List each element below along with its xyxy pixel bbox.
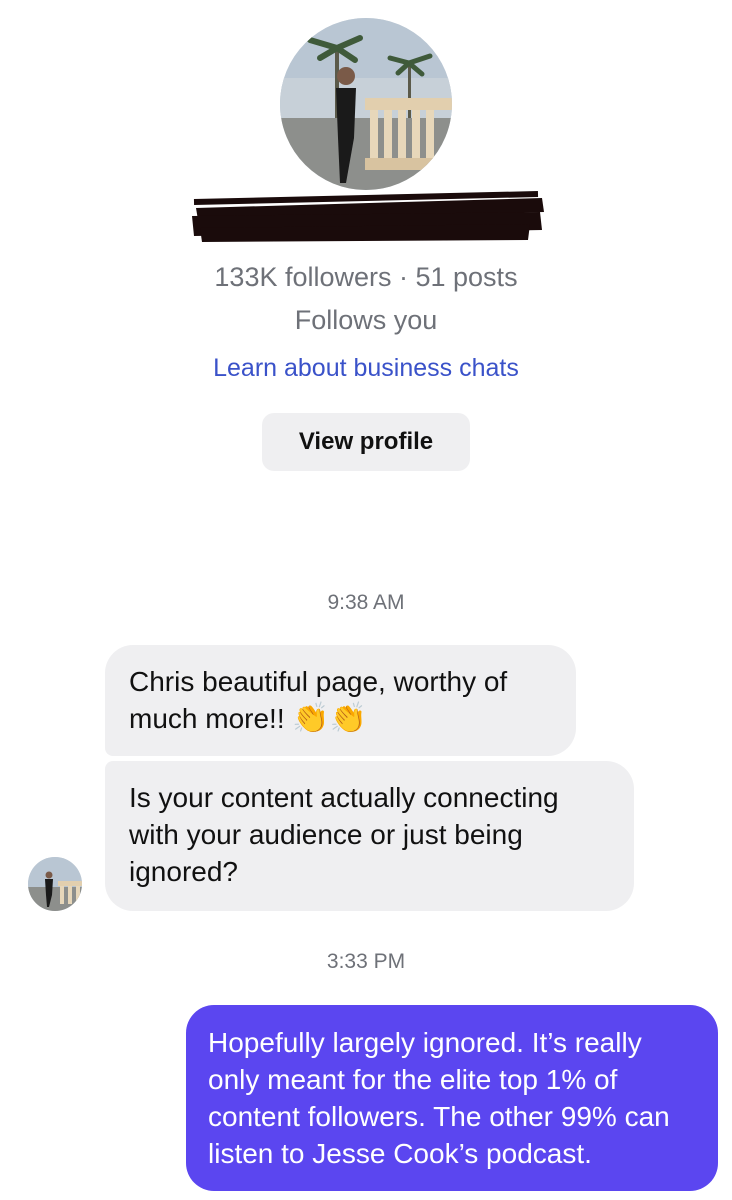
message-text: Chris beautiful page, worthy of bbox=[129, 666, 508, 697]
profile-photo bbox=[280, 18, 452, 190]
message-text: much more!! bbox=[129, 703, 285, 734]
incoming-message[interactable]: Chris beautiful page, worthy of much mor… bbox=[105, 645, 576, 756]
follows-you-label: Follows you bbox=[294, 305, 438, 335]
message-text: Hopefully largely ignored. It’s really o… bbox=[208, 1027, 670, 1169]
sender-photo bbox=[28, 857, 82, 911]
profile-stats: 133K followers · 51 posts bbox=[214, 262, 518, 292]
outgoing-message[interactable]: Hopefully largely ignored. It’s really o… bbox=[186, 1005, 718, 1191]
incoming-message[interactable]: Is your content actually connecting with… bbox=[105, 761, 634, 911]
sender-avatar[interactable] bbox=[28, 857, 82, 911]
profile-avatar[interactable] bbox=[280, 18, 452, 190]
timestamp: 9:38 AM bbox=[327, 591, 405, 614]
learn-business-chats-link[interactable]: Learn about business chats bbox=[0, 354, 732, 383]
view-profile-button[interactable]: View profile bbox=[262, 413, 470, 471]
redacted-username bbox=[192, 191, 544, 242]
clapping-hands-icon: 👏👏 bbox=[292, 702, 368, 735]
timestamp: 3:33 PM bbox=[326, 950, 406, 973]
message-text: Is your content actually connecting with… bbox=[129, 782, 559, 887]
